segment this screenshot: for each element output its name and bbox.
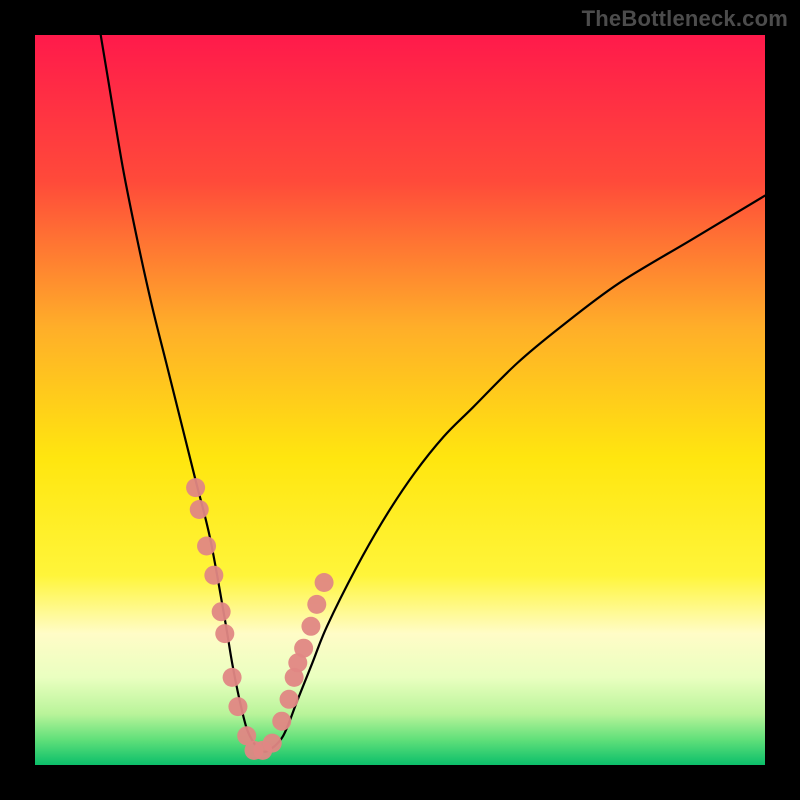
marker-point [215,624,234,643]
marker-point [301,617,320,636]
marker-point [272,712,291,731]
marker-point [228,697,247,716]
plot-area [35,35,765,765]
marker-point [263,734,282,753]
marker-point [294,639,313,658]
bottleneck-chart [35,35,765,765]
marker-point [212,602,231,621]
chart-frame: TheBottleneck.com [0,0,800,800]
marker-point [204,566,223,585]
marker-point [315,573,334,592]
marker-point [190,500,209,519]
marker-point [280,690,299,709]
chart-background [35,35,765,765]
watermark-text: TheBottleneck.com [582,6,788,32]
marker-point [197,537,216,556]
marker-point [186,478,205,497]
marker-point [223,668,242,687]
marker-point [307,595,326,614]
